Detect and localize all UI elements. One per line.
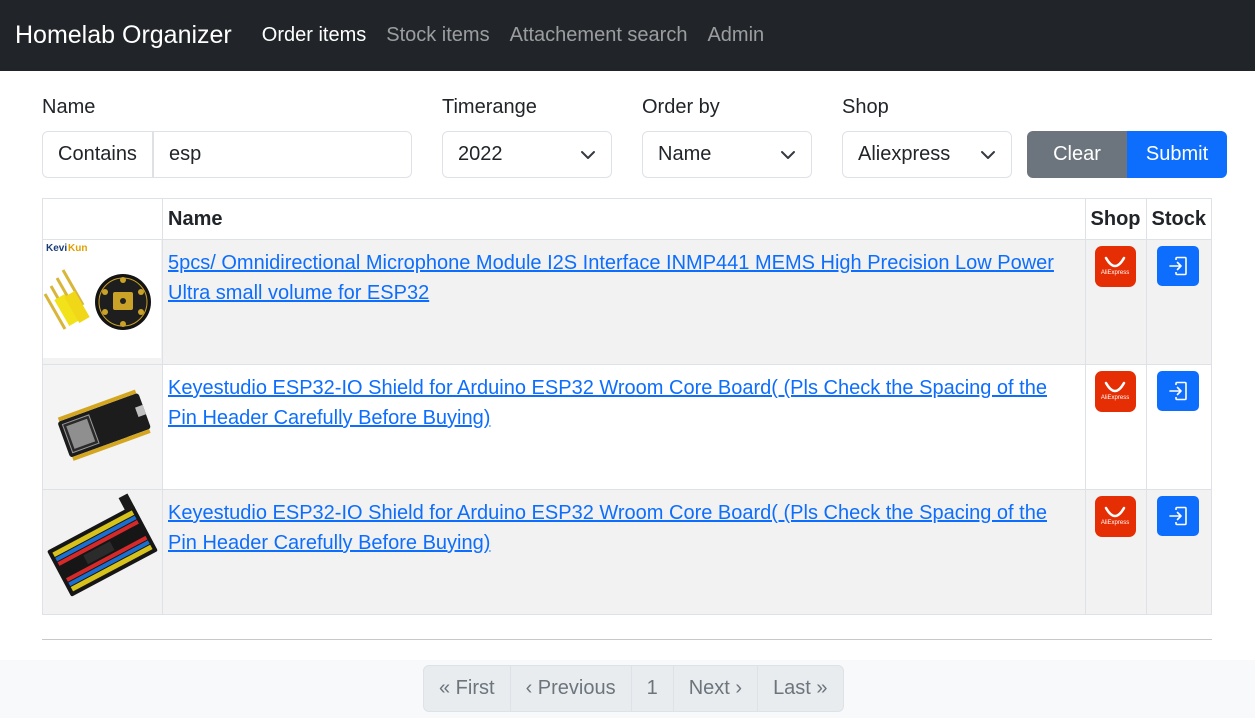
item-name-cell: Keyestudio ESP32-IO Shield for Arduino E…: [162, 489, 1086, 615]
item-name-cell: Keyestudio ESP32-IO Shield for Arduino E…: [162, 364, 1086, 490]
esp32-io-shield-image: [43, 490, 161, 608]
name-filter-label: Name: [42, 96, 96, 118]
aliexpress-logo-text: AliExpress: [1100, 520, 1130, 526]
name-match-mode-select[interactable]: Contains: [42, 131, 153, 178]
page-first-button[interactable]: « First: [424, 666, 510, 711]
aliexpress-logo-text: AliExpress: [1100, 395, 1130, 401]
page-next-button[interactable]: Next ›: [672, 666, 757, 711]
shop-value: Aliexpress: [858, 143, 951, 165]
table-row: Keyestudio ESP32-IO Shield for Arduino E…: [42, 364, 1213, 490]
add-to-stock-button[interactable]: [1156, 371, 1199, 411]
nav-order-items[interactable]: Order items: [262, 24, 366, 47]
timerange-value: 2022: [458, 143, 503, 165]
orderby-label: Order by: [642, 96, 720, 118]
esp32-board-image: [43, 365, 161, 483]
smile-icon: [1104, 256, 1126, 268]
aliexpress-logo-icon[interactable]: AliExpress: [1094, 246, 1136, 287]
page-current[interactable]: 1: [630, 666, 673, 711]
nav-stock-items[interactable]: Stock items: [386, 24, 489, 47]
stock-cell: [1145, 489, 1213, 615]
header-stock: Stock: [1145, 198, 1213, 240]
aliexpress-logo-icon[interactable]: AliExpress: [1094, 371, 1136, 412]
shop-cell: AliExpress: [1084, 239, 1147, 365]
shop-label: Shop: [842, 96, 889, 118]
nav-attachement-search[interactable]: Attachement search: [510, 24, 688, 47]
table-header-row: Name Shop Stock: [42, 198, 1213, 240]
name-search-value: esp: [169, 143, 202, 165]
top-navbar: Homelab Organizer Order items Stock item…: [0, 0, 1255, 71]
svg-text:Kevi: Kevi: [46, 243, 67, 254]
add-to-stock-button[interactable]: [1156, 496, 1199, 536]
svg-text:Kun: Kun: [68, 243, 87, 254]
name-match-mode-value: Contains: [58, 143, 137, 165]
shop-cell: AliExpress: [1084, 364, 1147, 490]
aliexpress-logo-icon[interactable]: AliExpress: [1094, 496, 1136, 537]
box-arrow-in-right-icon: [1168, 506, 1187, 526]
app-brand[interactable]: Homelab Organizer: [15, 21, 232, 50]
shop-select[interactable]: Aliexpress: [842, 131, 1012, 178]
item-name-cell: 5pcs/ Omnidirectional Microphone Module …: [162, 239, 1086, 365]
header-image: [42, 198, 163, 240]
name-search-input[interactable]: esp: [153, 131, 412, 178]
table-row: Kevi Kun 5pcs/ Omnidirectional Microphon…: [42, 239, 1213, 365]
chevron-down-icon: [981, 150, 995, 159]
box-arrow-in-right-icon: [1168, 256, 1187, 276]
table-row: Keyestudio ESP32-IO Shield for Arduino E…: [42, 489, 1213, 615]
submit-button[interactable]: Submit: [1127, 131, 1227, 178]
item-image-cell: Kevi Kun: [42, 239, 163, 365]
stock-cell: [1145, 364, 1213, 490]
order-items-table: Name Shop Stock Kevi Kun 5pcs/ Omnidirec…: [42, 198, 1213, 615]
chevron-down-icon: [581, 150, 595, 159]
clear-button[interactable]: Clear: [1027, 131, 1127, 178]
box-arrow-in-right-icon: [1168, 381, 1187, 401]
smile-icon: [1104, 381, 1126, 393]
aliexpress-logo-text: AliExpress: [1100, 270, 1130, 276]
pagination: « First ‹ Previous 1 Next › Last »: [423, 665, 844, 712]
item-name-link[interactable]: Keyestudio ESP32-IO Shield for Arduino E…: [168, 377, 1047, 429]
shop-cell: AliExpress: [1084, 489, 1147, 615]
divider: [42, 639, 1212, 640]
page-previous-button[interactable]: ‹ Previous: [509, 666, 631, 711]
page-last-button[interactable]: Last »: [757, 666, 842, 711]
item-name-link[interactable]: Keyestudio ESP32-IO Shield for Arduino E…: [168, 502, 1047, 554]
orderby-value: Name: [658, 143, 712, 165]
item-name-link[interactable]: 5pcs/ Omnidirectional Microphone Module …: [168, 252, 1054, 304]
stock-cell: [1145, 239, 1213, 365]
header-name: Name: [162, 198, 1086, 240]
orderby-select[interactable]: Name: [642, 131, 812, 178]
chevron-down-icon: [781, 150, 795, 159]
add-to-stock-button[interactable]: [1156, 246, 1199, 286]
nav-admin[interactable]: Admin: [707, 24, 764, 47]
smile-icon: [1104, 506, 1126, 518]
item-image-cell: [42, 489, 163, 615]
timerange-select[interactable]: 2022: [442, 131, 612, 178]
microphone-module-image: Kevi Kun: [43, 240, 161, 358]
header-shop: Shop: [1084, 198, 1147, 240]
item-image-cell: [42, 364, 163, 490]
timerange-label: Timerange: [442, 96, 537, 118]
